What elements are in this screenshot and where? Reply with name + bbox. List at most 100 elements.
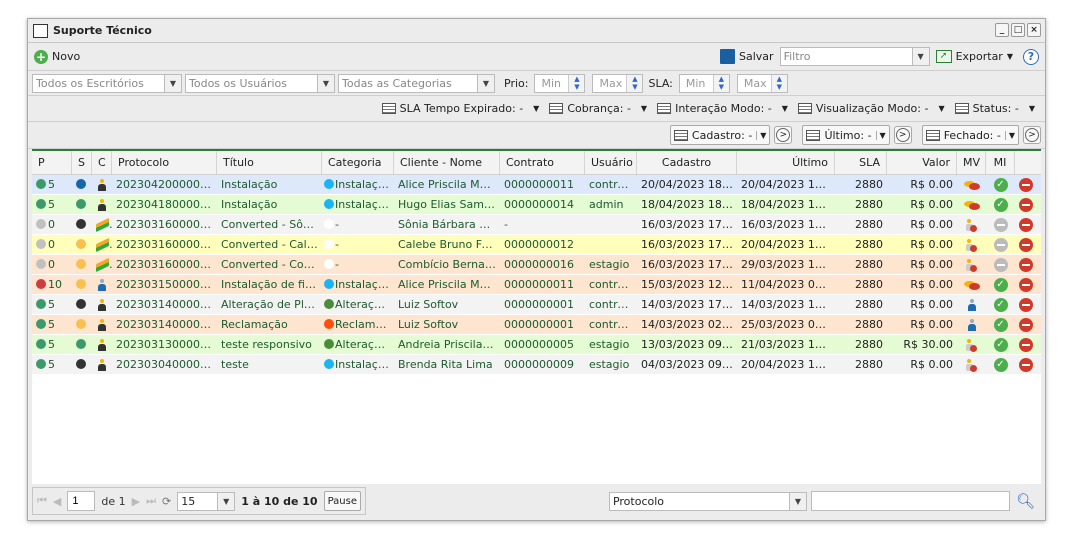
last-page-icon[interactable]: ⏭: [146, 494, 156, 508]
save-button[interactable]: Salvar: [720, 49, 774, 64]
titulo-cell[interactable]: Reclamação: [217, 315, 322, 334]
column-header[interactable]: Usuário: [585, 151, 637, 174]
titulo-cell[interactable]: Converted - Sônia...: [217, 215, 322, 234]
cliente-cell[interactable]: Luiz Softov: [394, 295, 500, 314]
mi-cell[interactable]: [986, 215, 1015, 234]
column-header[interactable]: C: [92, 151, 112, 174]
titulo-cell[interactable]: Instalação de fibr...: [217, 275, 322, 294]
protocolo-cell[interactable]: 202303160000000: [112, 255, 217, 274]
table-row[interactable]: 5 202303130000000 teste responsivo Alteraçã…: [32, 335, 1041, 355]
protocolo-cell[interactable]: 202304180000000: [112, 195, 217, 214]
filter-select[interactable]: Filtro ▼: [779, 47, 930, 66]
date-filter-1[interactable]: Último: - ▼: [802, 125, 890, 145]
mi-cell[interactable]: [986, 255, 1015, 274]
table-row[interactable]: 5 202303140000001 Alteração de Plano Altera…: [32, 295, 1041, 315]
user-select[interactable]: Todos os Usuários ▼: [185, 73, 335, 93]
contrato-cell[interactable]: 0000000001: [500, 315, 585, 334]
table-row[interactable]: 5 202304200000000 Instalação Instalação Alic…: [32, 175, 1041, 195]
delete-cell[interactable]: [1015, 295, 1037, 314]
export-button[interactable]: ➚ Exportar ▼: [935, 50, 1013, 63]
mi-cell[interactable]: ✓: [986, 195, 1015, 214]
contrato-cell[interactable]: 0000000005: [500, 335, 585, 354]
protocolo-cell[interactable]: 202303160000001: [112, 235, 217, 254]
apply-date-filter-button[interactable]: >: [893, 126, 912, 144]
cliente-cell[interactable]: Alice Priscila Moraes: [394, 275, 500, 294]
protocolo-cell[interactable]: 202303140000001: [112, 295, 217, 314]
search-input[interactable]: [810, 491, 1010, 511]
office-select[interactable]: Todos os Escritórios ▼: [32, 73, 182, 93]
cliente-cell[interactable]: Luiz Softov: [394, 315, 500, 334]
next-page-icon[interactable]: ▶: [132, 495, 140, 508]
first-page-icon[interactable]: ⏮: [37, 494, 47, 508]
column-header[interactable]: Protocolo: [112, 151, 217, 174]
table-row[interactable]: 5 202303040000001 teste Instalação Brenda Ri…: [32, 355, 1041, 375]
protocolo-cell[interactable]: 202303150000000: [112, 275, 217, 294]
contrato-cell[interactable]: 0000000011: [500, 275, 585, 294]
mi-cell[interactable]: ✓: [986, 295, 1015, 314]
column-header[interactable]: SLA: [835, 151, 887, 174]
table-row[interactable]: 10 202303150000000 Instalação de fibr... In…: [32, 275, 1041, 295]
mi-cell[interactable]: [986, 235, 1015, 254]
delete-cell[interactable]: [1015, 355, 1037, 374]
delete-cell[interactable]: [1015, 255, 1037, 274]
table-row[interactable]: 0 202303160000000 Converted - Comb... - Comb…: [32, 255, 1041, 275]
delete-cell[interactable]: [1015, 195, 1037, 214]
apply-date-filter-button[interactable]: >: [1023, 126, 1041, 144]
dropdown-filter-0[interactable]: SLA Tempo Expirado: - ▼: [381, 102, 539, 115]
mi-cell[interactable]: ✓: [986, 175, 1015, 194]
spinner-arrows-icon[interactable]: ▲ ▼: [568, 74, 585, 92]
category-select[interactable]: Todas as Categorias ▼: [338, 73, 495, 93]
spinner-arrows-icon[interactable]: ▲ ▼: [770, 74, 787, 92]
dropdown-filter-3[interactable]: Visualização Modo: - ▼: [797, 102, 945, 115]
contrato-cell[interactable]: 0000000009: [500, 355, 585, 374]
contrato-cell[interactable]: 0000000016: [500, 255, 585, 274]
date-filter-0[interactable]: Cadastro: - ▼: [669, 125, 771, 145]
apply-date-filter-button[interactable]: >: [774, 126, 793, 144]
dropdown-filter-2[interactable]: Interação Modo: - ▼: [657, 102, 788, 115]
cliente-cell[interactable]: Andreia Priscila M...: [394, 335, 500, 354]
titulo-cell[interactable]: Converted - Caleb...: [217, 235, 322, 254]
column-header[interactable]: P: [32, 151, 72, 174]
protocolo-cell[interactable]: 202303140000000: [112, 315, 217, 334]
column-header[interactable]: MI: [986, 151, 1015, 174]
mi-cell[interactable]: ✓: [986, 355, 1015, 374]
delete-cell[interactable]: [1015, 275, 1037, 294]
mi-cell[interactable]: ✓: [986, 315, 1015, 334]
sla-min-input[interactable]: Min ▲ ▼: [678, 73, 730, 93]
table-row[interactable]: 0 202303160000001 Converted - Caleb... - Cal…: [32, 235, 1041, 255]
column-header[interactable]: Cliente - Nome: [394, 151, 500, 174]
protocolo-cell[interactable]: 202303040000001: [112, 355, 217, 374]
column-header[interactable]: Categoria: [322, 151, 394, 174]
titulo-cell[interactable]: teste responsivo: [217, 335, 322, 354]
contrato-cell[interactable]: 0000000011: [500, 175, 585, 194]
search-icon[interactable]: 🔍︎: [1016, 492, 1035, 510]
column-header[interactable]: Cadastro: [637, 151, 737, 174]
protocolo-cell[interactable]: 202304200000000: [112, 175, 217, 194]
minimize-button[interactable]: _: [995, 23, 1009, 37]
sla-max-input[interactable]: Max ▲ ▼: [736, 73, 788, 93]
contrato-cell[interactable]: -: [500, 215, 585, 234]
search-field-select[interactable]: Protocolo ▼: [608, 491, 807, 511]
column-header[interactable]: Último: [737, 151, 835, 174]
delete-cell[interactable]: [1015, 235, 1037, 254]
contrato-cell[interactable]: 0000000014: [500, 195, 585, 214]
spinner-arrows-icon[interactable]: ▲ ▼: [712, 74, 729, 92]
new-button[interactable]: + Novo: [34, 49, 80, 64]
dropdown-filter-1[interactable]: Cobrança: - ▼: [549, 102, 647, 115]
contrato-cell[interactable]: 0000000012: [500, 235, 585, 254]
date-filter-2[interactable]: Fechado: - ▼: [921, 125, 1019, 145]
cliente-cell[interactable]: Alice Priscila Moraes: [394, 175, 500, 194]
spinner-arrows-icon[interactable]: ▲ ▼: [626, 74, 643, 92]
close-button[interactable]: ×: [1027, 23, 1041, 37]
pause-button[interactable]: Pause: [323, 491, 361, 511]
delete-cell[interactable]: [1015, 215, 1037, 234]
column-header[interactable]: Contrato: [500, 151, 585, 174]
page-size-select[interactable]: 15 ▼: [177, 491, 236, 511]
contrato-cell[interactable]: 0000000001: [500, 295, 585, 314]
help-icon[interactable]: ?: [1023, 48, 1039, 65]
refresh-icon[interactable]: ⟳: [162, 495, 171, 508]
maximize-button[interactable]: □: [1011, 23, 1025, 37]
column-header[interactable]: MV: [957, 151, 986, 174]
cliente-cell[interactable]: Hugo Elias Samuel...: [394, 195, 500, 214]
delete-cell[interactable]: [1015, 315, 1037, 334]
